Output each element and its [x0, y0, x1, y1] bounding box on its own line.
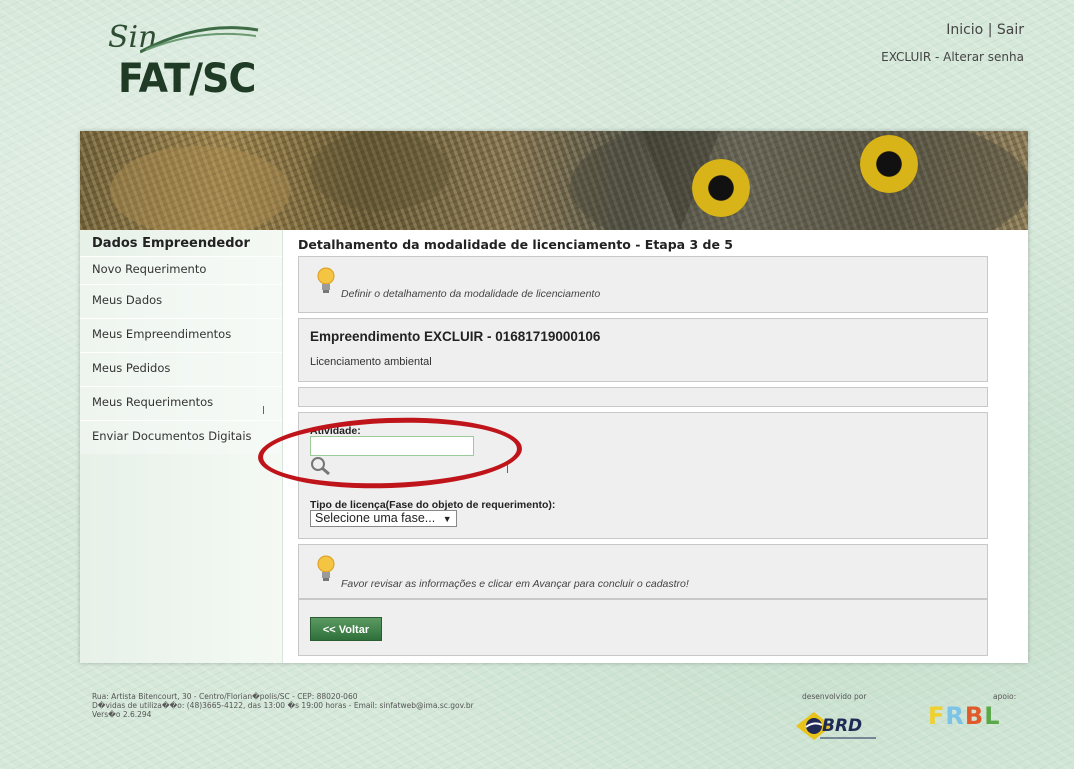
tip-text-2: Favor revisar as informações e clicar em…: [341, 578, 689, 590]
page-title: Detalhamento da modalidade de licenciame…: [298, 237, 733, 252]
tipo-licenca-selected: Selecione uma fase...: [315, 511, 436, 525]
frbl-logo: FRBL: [928, 702, 1001, 730]
sidebar-item-meus-empreendimentos[interactable]: Meus Empreendimentos: [80, 318, 282, 352]
empreendimento-box: Empreendimento EXCLUIR - 01681719000106 …: [298, 318, 988, 382]
brd-logo-text: BRD: [822, 716, 863, 736]
tip-text-1: Definir o detalhamento da modalidade de …: [341, 288, 601, 300]
inicio-link[interactable]: Inicio: [946, 22, 983, 38]
owl-banner-image: [80, 131, 1028, 230]
sidebar-menu: Dados Empreendedor Novo Requerimento Meu…: [80, 230, 283, 663]
footer-contact: D�vidas de utiliza��o: (48)3665-4122, da…: [92, 701, 474, 710]
sidebar-item-novo-requerimento[interactable]: Novo Requerimento: [80, 256, 282, 284]
voltar-button[interactable]: << Voltar: [310, 617, 382, 641]
lightbulb-icon: [317, 555, 335, 581]
sidebar-item-meus-pedidos[interactable]: Meus Pedidos: [80, 352, 282, 386]
empreendimento-subtitle: Licenciamento ambiental: [310, 356, 432, 368]
sinfat-logo: Sin FAT/SC: [100, 18, 260, 102]
link-separator: |: [987, 22, 993, 38]
footer-version: Vers�o 2.6.294: [92, 710, 152, 719]
empreendimento-title: Empreendimento EXCLUIR - 01681719000106: [310, 329, 601, 344]
sair-link[interactable]: Sair: [997, 22, 1024, 38]
actions-box: << Voltar: [298, 599, 988, 656]
footer-info: Rua: Artista Bitencourt, 30 - Centro/Flo…: [92, 692, 474, 719]
empty-box: [298, 387, 988, 407]
red-mark: [507, 465, 508, 473]
apoio-label: apoio:: [993, 692, 1017, 701]
developed-by-label: desenvolvido por: [802, 692, 867, 701]
sidebar-item-enviar-documentos[interactable]: Enviar Documentos Digitais: [80, 420, 282, 454]
sidebar-item-meus-requerimentos[interactable]: Meus Requerimentos: [80, 386, 282, 420]
footer-address: Rua: Artista Bitencourt, 30 - Centro/Flo…: [92, 692, 358, 701]
logo-main-text: FAT/SC: [118, 56, 256, 102]
tip-box-2: Favor revisar as informações e clicar em…: [298, 544, 988, 599]
top-links: Inicio | Sair EXCLUIR - Alterar senha: [881, 22, 1024, 64]
tipo-licenca-select[interactable]: Selecione uma fase... ▼: [310, 510, 457, 527]
sidebar-title: Dados Empreendedor: [92, 236, 250, 251]
user-change-password-link[interactable]: EXCLUIR - Alterar senha: [881, 50, 1024, 64]
main-panel: Dados Empreendedor Novo Requerimento Meu…: [80, 131, 1028, 663]
brd-logo: BRD: [792, 706, 882, 742]
lightbulb-icon: [317, 267, 335, 293]
tip-box-1: Definir o detalhamento da modalidade de …: [298, 256, 988, 313]
dropdown-arrow-icon: ▼: [442, 514, 452, 524]
logo-swoosh-icon: [140, 26, 259, 54]
red-mark: [263, 406, 264, 414]
sidebar-item-meus-dados[interactable]: Meus Dados: [80, 284, 282, 318]
